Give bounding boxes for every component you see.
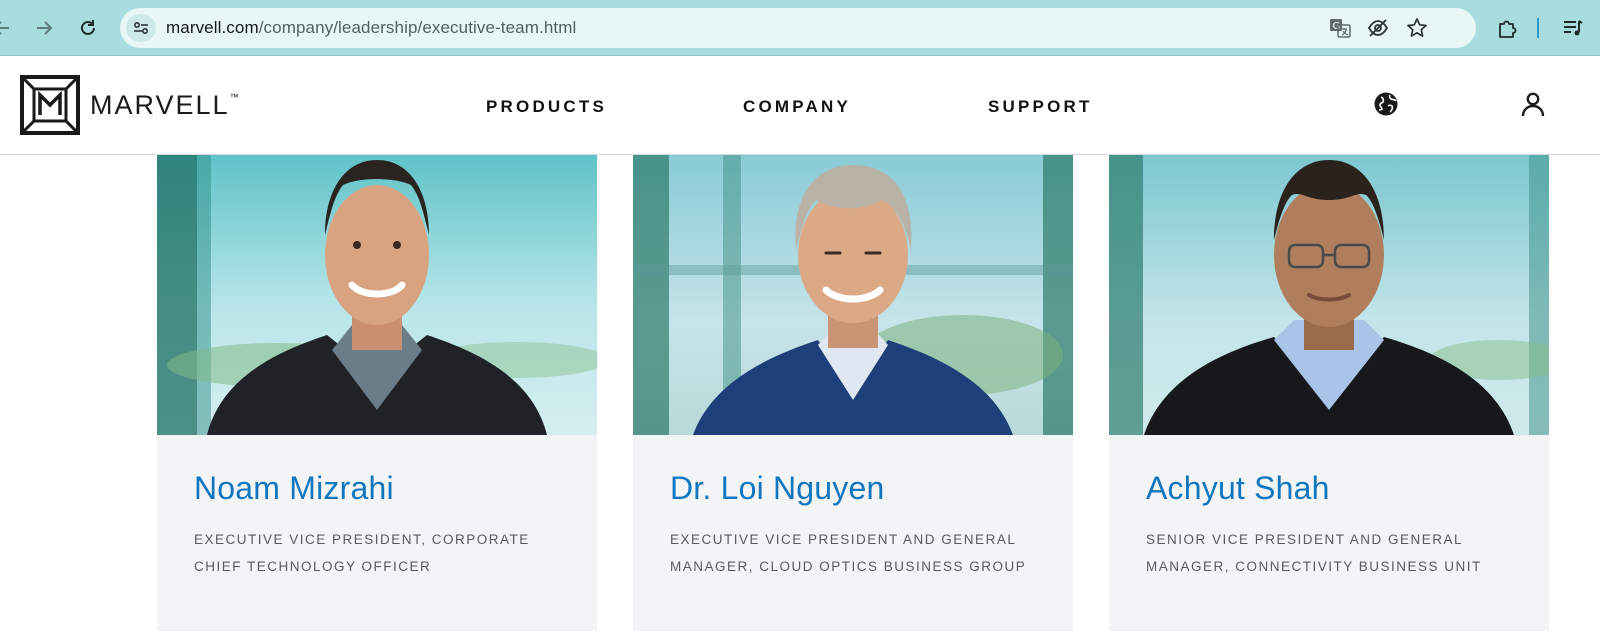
executive-card[interactable]: Achyut Shah SENIOR VICE PRESIDENT AND GE… <box>1109 155 1549 631</box>
executive-title: EXECUTIVE VICE PRESIDENT AND GENERAL MAN… <box>670 532 1027 574</box>
logo-text: MARVELL <box>90 89 230 120</box>
executive-photo <box>633 155 1073 435</box>
tracking-protection-icon[interactable] <box>1366 16 1390 40</box>
executive-title: SENIOR VICE PRESIDENT AND GENERAL MANAGE… <box>1146 532 1482 574</box>
marvell-logo-mark-icon <box>20 75 80 135</box>
logo-wordmark: MARVELL™ <box>90 90 239 121</box>
marvell-logo[interactable]: MARVELL™ <box>20 75 239 135</box>
url-text[interactable]: marvell.com/company/leadership/executive… <box>166 18 576 38</box>
reload-icon[interactable] <box>72 12 104 44</box>
executive-photo <box>157 155 597 435</box>
back-arrow-icon[interactable] <box>0 12 18 44</box>
executive-photo <box>1109 155 1549 435</box>
nav-company[interactable]: COMPANY <box>743 97 851 117</box>
url-path: /company/leadership/executive-team.html <box>258 18 577 37</box>
executive-card[interactable]: Dr. Loi Nguyen EXECUTIVE VICE PRESIDENT … <box>633 155 1073 631</box>
executive-name[interactable]: Achyut Shah <box>1146 470 1330 507</box>
toolbar-divider <box>1537 18 1539 38</box>
executive-name[interactable]: Dr. Loi Nguyen <box>670 470 884 507</box>
svg-text:G: G <box>1333 21 1341 32</box>
forward-arrow-icon[interactable] <box>28 12 60 44</box>
executive-name[interactable]: Noam Mizrahi <box>194 470 394 507</box>
globe-icon[interactable] <box>1371 89 1401 119</box>
site-info-icon[interactable] <box>126 14 156 42</box>
trademark-symbol: ™ <box>229 91 239 102</box>
executive-card[interactable]: Noam Mizrahi EXECUTIVE VICE PRESIDENT, C… <box>157 155 597 631</box>
address-bar[interactable]: marvell.com/company/leadership/executive… <box>120 8 1476 48</box>
bookmark-star-icon[interactable] <box>1405 16 1429 40</box>
executive-team-grid: Noam Mizrahi EXECUTIVE VICE PRESIDENT, C… <box>0 155 1600 635</box>
extensions-icon[interactable] <box>1494 14 1522 42</box>
nav-products[interactable]: PRODUCTS <box>486 97 607 117</box>
browser-toolbar: marvell.com/company/leadership/executive… <box>0 0 1600 56</box>
url-host: marvell.com <box>166 18 259 37</box>
media-queue-icon[interactable] <box>1559 14 1587 42</box>
executive-title: EXECUTIVE VICE PRESIDENT, CORPORATE CHIE… <box>194 532 530 574</box>
translate-icon[interactable]: G <box>1328 16 1352 40</box>
site-header: MARVELL™ PRODUCTS COMPANY SUPPORT <box>0 57 1600 155</box>
nav-support[interactable]: SUPPORT <box>988 97 1093 117</box>
user-account-icon[interactable] <box>1518 89 1548 119</box>
